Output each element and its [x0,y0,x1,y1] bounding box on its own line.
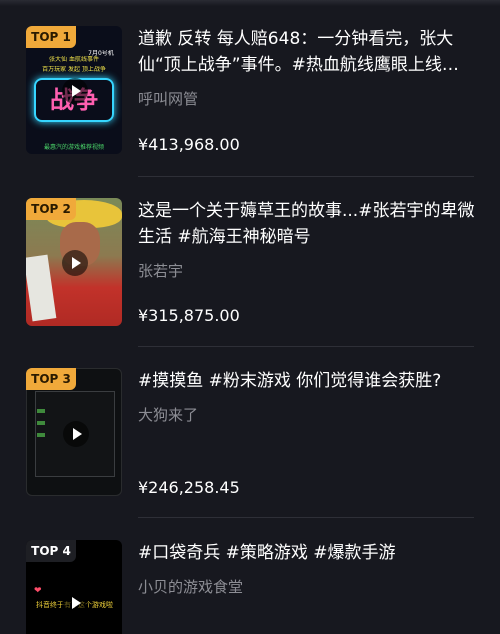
thumbnail-bar [37,433,45,437]
rank-badge: TOP 3 [26,368,76,390]
list-item[interactable]: TOP 3 #摸摸鱼 #粉末游戏 你们觉得谁会获胜? 大狗来了 ¥246,258… [26,368,474,498]
video-title[interactable]: #摸摸鱼 #粉末游戏 你们觉得谁会获胜? [138,368,478,394]
play-icon[interactable] [62,590,88,616]
list-item[interactable]: 张大仙 血航线事件 百万玩家 发起 顶上战争 7月0号机 战争 最惠汽的游戏推荐… [26,26,474,156]
video-title[interactable]: 道歉 反转 每人赔648：一分钟看完，张大仙“顶上战争”事件。#热血航线鹰眼上线… [138,26,478,78]
amount-value: ¥413,968.00 [138,135,240,154]
play-icon[interactable] [62,250,88,276]
play-icon[interactable] [63,421,89,447]
author-name[interactable]: 张若宇 [138,260,183,281]
author-name[interactable]: 呼叫网管 [138,88,198,109]
play-icon[interactable] [62,78,88,104]
thumbnail-bar [37,409,45,413]
video-title[interactable]: #口袋奇兵 #策略游戏 #爆款手游 [138,540,478,566]
amount-value: ¥315,875.00 [138,306,240,325]
thumbnail-caption: 最惠汽的游戏推荐视频 [43,144,104,151]
heart-icon: ❤ [34,586,42,596]
rank-badge: TOP 4 [26,540,76,562]
author-name[interactable]: 大狗来了 [138,404,198,425]
rank-badge: TOP 2 [26,198,76,220]
video-title[interactable]: 这是一个关于薅草王的故事...#张若宇的卑微生活 #航海王神秘暗号 [138,198,478,250]
thumbnail-caption: 7月0号机 [88,50,114,57]
amount-value: ¥246,258.45 [138,478,240,497]
thumbnail-bar [37,421,45,425]
list-item[interactable]: ❤ 抖音终于有了这个游戏啦 TOP 4 #口袋奇兵 #策略游戏 #爆款手游 小贝… [26,540,474,634]
divider [138,517,474,518]
divider [138,346,474,347]
author-name[interactable]: 小贝的游戏食堂 [138,576,243,597]
list-item[interactable]: TOP 2 这是一个关于薅草王的故事...#张若宇的卑微生活 #航海王神秘暗号 … [26,198,474,328]
divider [138,176,474,177]
rank-badge: TOP 1 [26,26,76,48]
thumbnail-caption: 百万玩家 发起 顶上战争 [42,66,106,73]
thumbnail-caption: 张大仙 血航线事件 [49,56,99,63]
top-edge [0,0,500,6]
thumbnail-sign [26,254,57,322]
